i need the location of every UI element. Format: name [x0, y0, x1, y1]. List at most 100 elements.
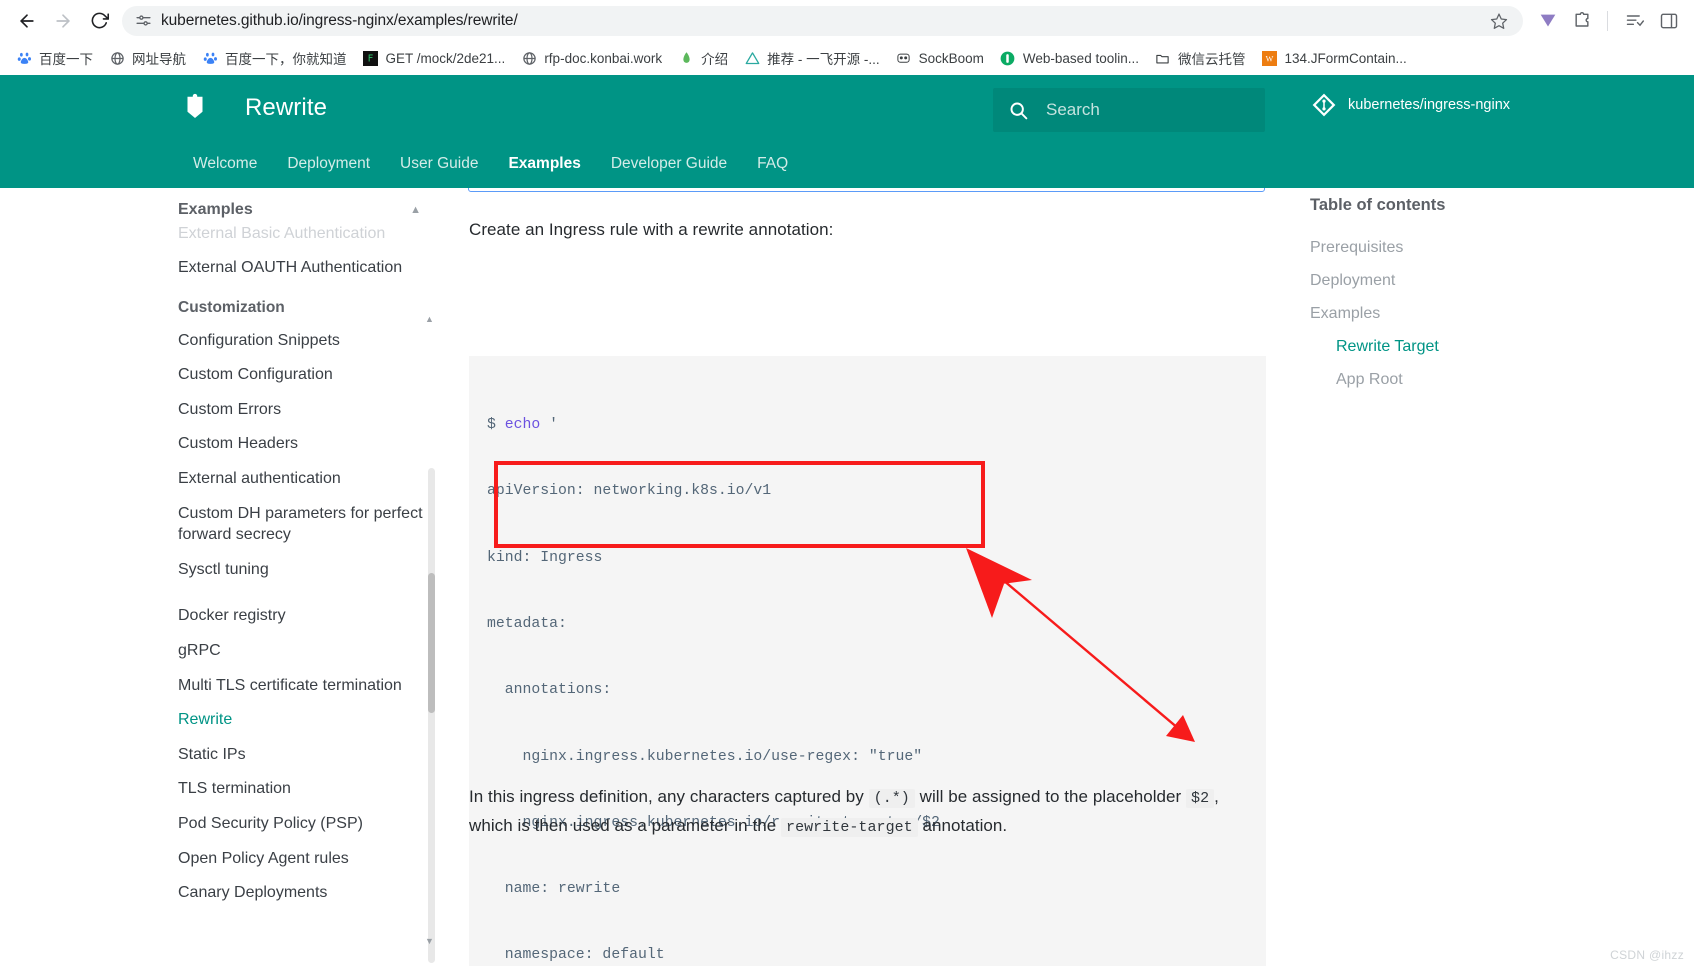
bookmark-item[interactable]: 百度一下	[8, 45, 101, 71]
bookmark-label: 百度一下	[39, 52, 93, 67]
word-doc-icon: W	[1261, 50, 1277, 66]
sidebar-group-customization: Customization	[178, 299, 285, 317]
inline-code-placeholder: $2	[1186, 789, 1215, 808]
code-line-5: nginx.ingress.kubernetes.io/use-regex: "…	[487, 748, 923, 765]
site-header: Rewrite Search kubernetes/ingress-nginx …	[0, 75, 1694, 188]
sidebar-scroll-up-arrow[interactable]: ▲	[425, 314, 434, 324]
content-area: External Basic Authentication External O…	[0, 162, 1694, 966]
toc-title: Table of contents	[1310, 196, 1446, 214]
closing-paragraph: In this ingress definition, any characte…	[469, 783, 1259, 841]
bookmark-item[interactable]: rfp-doc.konbai.work	[513, 45, 670, 71]
nav-item-faq[interactable]: FAQ	[742, 155, 803, 173]
terminal-icon: F	[363, 50, 379, 66]
toc-item-deployment[interactable]: Deployment	[1310, 264, 1560, 297]
bookmark-label: rfp-doc.konbai.work	[544, 50, 663, 66]
profile-avatar-icon[interactable]	[1533, 6, 1563, 36]
sidebar-item-sysctl-tuning[interactable]: Sysctl tuning	[178, 552, 433, 587]
bookmark-item[interactable]: SockBoom	[888, 45, 992, 71]
sidebar-item-external-authentication[interactable]: External authentication	[178, 462, 433, 497]
table-of-contents: Table of contents Prerequisites Deployme…	[1310, 188, 1560, 396]
extensions-puzzle-icon[interactable]	[1567, 6, 1597, 36]
globe-icon	[109, 50, 125, 66]
sidebar-item-custom-headers[interactable]: Custom Headers	[178, 427, 433, 462]
leaf-icon	[678, 50, 694, 66]
toc-item-examples[interactable]: Examples	[1310, 297, 1560, 330]
bookmark-label: 推荐 - 一飞开源 -...	[767, 52, 880, 67]
address-bar-url[interactable]: kubernetes.github.io/ingress-nginx/examp…	[161, 12, 518, 30]
sidebar-item-rewrite[interactable]: Rewrite	[178, 703, 433, 738]
nav-item-developer-guide[interactable]: Developer Guide	[596, 155, 742, 173]
bookmark-item[interactable]: 百度一下，你就知道	[194, 45, 355, 71]
address-bar[interactable]: kubernetes.github.io/ingress-nginx/examp…	[122, 5, 1523, 36]
green-badge-icon	[1000, 50, 1016, 66]
lead-paragraph: Create an Ingress rule with a rewrite an…	[469, 220, 834, 239]
toc-item-app-root[interactable]: App Root	[1310, 363, 1560, 396]
sidebar-item-external-oauth-authentication[interactable]: External OAUTH Authentication	[178, 251, 433, 286]
code-line-8: namespace: default	[487, 947, 665, 964]
sidebar-item-grpc[interactable]: gRPC	[178, 634, 433, 669]
closing-text-4: annotation.	[917, 815, 1008, 835]
globe-icon	[521, 50, 537, 66]
reload-icon[interactable]	[82, 4, 116, 38]
browser-toolbar: kubernetes.github.io/ingress-nginx/examp…	[0, 0, 1694, 41]
sidebar-item-tls-termination[interactable]: TLS termination	[178, 772, 433, 807]
sidebar-item-canary-deployments[interactable]: Canary Deployments	[178, 876, 433, 911]
sidebar-item-multi-tls-certificate-termination[interactable]: Multi TLS certificate termination	[178, 668, 433, 703]
closing-text-1: In this ingress definition, any characte…	[469, 787, 869, 806]
nav-item-examples[interactable]: Examples	[493, 155, 595, 173]
sidebar-scroll-down-arrow[interactable]: ▼	[425, 936, 434, 946]
toolbar-divider	[1607, 10, 1608, 31]
repo-link[interactable]: kubernetes/ingress-nginx	[1310, 91, 1510, 119]
watermark-text: CSDN @ihzz	[1610, 948, 1684, 962]
sidebar-item-static-ips[interactable]: Static IPs	[178, 737, 433, 772]
bookmark-star-icon[interactable]	[1487, 9, 1511, 33]
search-input[interactable]: Search	[993, 88, 1265, 132]
sidebar-item-custom-configuration[interactable]: Custom Configuration	[178, 358, 433, 393]
sidebar-item-custom-dh-parameters[interactable]: Custom DH parameters for perfect forward…	[178, 496, 433, 552]
sidebar-scrollbar-track[interactable]	[428, 468, 435, 963]
bookmark-item[interactable]: 网址导航	[101, 45, 194, 71]
page-viewport: Rewrite Search kubernetes/ingress-nginx …	[0, 75, 1694, 966]
sidebar-item-open-policy-agent-rules[interactable]: Open Policy Agent rules	[178, 841, 433, 876]
bookmark-item[interactable]: Web-based toolin...	[992, 45, 1147, 71]
back-arrow-icon[interactable]	[10, 4, 44, 38]
sidebar-divider	[178, 587, 433, 599]
book-logo-icon[interactable]	[178, 91, 212, 125]
bookmark-item[interactable]: F GET /mock/2de21...	[355, 45, 514, 71]
code-line-0: $ echo '	[487, 417, 559, 434]
page-title: Rewrite	[245, 94, 328, 121]
nav-item-user-guide[interactable]: User Guide	[385, 155, 493, 173]
bookmark-item[interactable]: 微信云托管	[1147, 45, 1254, 71]
bookmark-item[interactable]: 推荐 - 一飞开源 -...	[736, 45, 888, 71]
inline-code-rewrite-target: rewrite-target	[781, 817, 918, 837]
sidebar-item-configuration-snippets[interactable]: Configuration Snippets	[178, 323, 433, 358]
sidebar-item-docker-registry[interactable]: Docker registry	[178, 599, 433, 634]
browser-chrome: kubernetes.github.io/ingress-nginx/examp…	[0, 0, 1694, 75]
triangle-icon	[744, 50, 760, 66]
toc-item-rewrite-target[interactable]: Rewrite Target	[1310, 330, 1560, 363]
toc-item-prerequisites[interactable]: Prerequisites	[1310, 231, 1560, 264]
sidebar-item-pod-security-policy[interactable]: Pod Security Policy (PSP)	[178, 807, 433, 842]
bookmarks-bar: 百度一下 网址导航 百度一下，你就知道 F GET /mock/2de21...…	[0, 41, 1694, 75]
inline-code-capture-group: (.*)	[868, 789, 915, 808]
sidebar-sticky-header: Examples ▲	[178, 188, 433, 224]
bookmark-item[interactable]: W 134.JFormContain...	[1253, 45, 1414, 71]
reading-list-icon[interactable]	[1620, 6, 1650, 36]
side-panel-icon[interactable]	[1654, 6, 1684, 36]
nav-item-deployment[interactable]: Deployment	[272, 155, 385, 173]
chevron-up-icon[interactable]: ▲	[410, 196, 421, 216]
panda-icon	[896, 50, 912, 66]
yaml-code-block[interactable]: $ echo ' apiVersion: networking.k8s.io/v…	[469, 356, 1266, 966]
baidu-paw-icon	[16, 50, 32, 66]
site-settings-icon[interactable]	[132, 10, 154, 32]
folder-icon	[1155, 50, 1171, 66]
nav-item-welcome[interactable]: Welcome	[178, 155, 272, 173]
sidebar-scrollbar-thumb[interactable]	[428, 573, 435, 713]
code-prompt: $	[487, 417, 505, 434]
forward-arrow-icon[interactable]	[46, 4, 80, 38]
code-line-7: name: rewrite	[487, 881, 621, 898]
bookmark-item[interactable]: 介绍	[670, 45, 736, 71]
sidebar-item-custom-errors[interactable]: Custom Errors	[178, 392, 433, 427]
bookmark-label: GET /mock/2de21...	[385, 50, 506, 66]
closing-text-2: will be assigned to the placeholder	[914, 787, 1187, 806]
